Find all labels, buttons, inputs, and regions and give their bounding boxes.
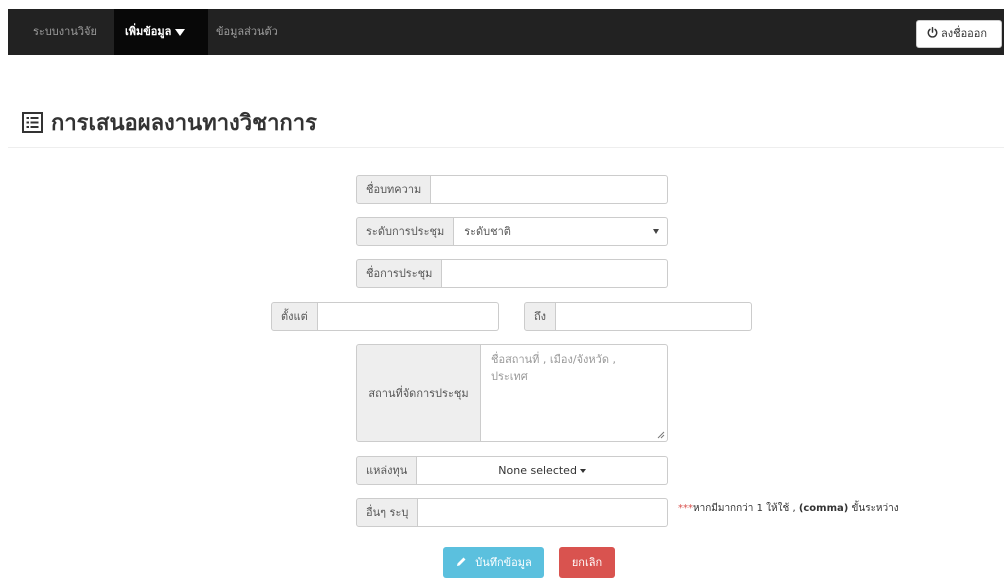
conference-level-group: ระดับการประชุม ระดับชาติ — [356, 217, 668, 246]
note-stars: *** — [678, 503, 693, 514]
caret-down-icon — [175, 28, 186, 36]
save-label: บันทึกข้อมูล — [475, 556, 532, 569]
article-name-label: ชื่อบทความ — [356, 175, 432, 204]
caret-down-icon — [579, 469, 586, 473]
comma-note: ***หากมีมากกว่า 1 ให้ใช้ , (comma) ขั้นร… — [678, 501, 899, 516]
venue-group: สถานที่จัดการประชุม ชื่อสถานที่ , เมือง/… — [356, 344, 668, 442]
conference-name-label: ชื่อการประชุม — [356, 259, 443, 288]
power-icon — [927, 27, 938, 38]
date-to-input[interactable] — [556, 302, 752, 331]
conference-level-label: ระดับการประชุม — [356, 217, 455, 246]
venue-label: สถานที่จัดการประชุม — [356, 344, 481, 442]
funding-value: None selected — [498, 464, 577, 477]
nav-item-add-data[interactable]: เพิ่มข้อมูล — [114, 9, 208, 55]
date-from-group: ตั้งแต่ — [271, 302, 499, 331]
logout-label: ลงชื่อออก — [941, 27, 988, 40]
select-arrow-icon — [653, 229, 659, 234]
logout-button[interactable]: ลงชื่อออก — [916, 20, 1002, 48]
conference-name-input[interactable] — [442, 259, 668, 288]
cancel-button[interactable]: ยกเลิก — [559, 547, 615, 578]
page-title: การเสนอผลงานทางวิชาการ — [22, 106, 317, 138]
venue-placeholder-line1: ชื่อสถานที่ , เมือง/จังหวัด , — [491, 353, 616, 366]
funding-label: แหล่งทุน — [356, 456, 418, 485]
venue-placeholder-line2: ประเทศ — [491, 370, 528, 383]
note-bold: (comma) — [798, 503, 849, 514]
nav-item-label: ข้อมูลส่วนตัว — [216, 25, 278, 38]
page-title-text: การเสนอผลงานทางวิชาการ — [51, 110, 317, 136]
other-label: อื่นๆ ระบุ — [356, 498, 419, 527]
save-button[interactable]: บันทึกข้อมูล — [443, 547, 544, 578]
nav-item-label: เพิ่มข้อมูล — [125, 25, 172, 38]
article-name-group: ชื่อบทความ — [356, 175, 668, 204]
list-icon — [22, 111, 43, 133]
title-divider — [8, 147, 1004, 148]
funding-multiselect[interactable]: None selected — [417, 456, 668, 485]
date-from-label: ตั้งแต่ — [271, 302, 318, 331]
resize-handle-icon[interactable] — [657, 431, 665, 439]
top-navbar: ระบบงานวิจัย เพิ่มข้อมูล ข้อมูลส่วนตัว — [8, 9, 1004, 55]
date-from-input[interactable] — [317, 302, 499, 331]
funding-group: แหล่งทุน None selected — [356, 456, 668, 485]
nav-item-label: ระบบงานวิจัย — [33, 25, 97, 38]
note-text: หากมีมากกว่า 1 ให้ใช้ , — [693, 503, 799, 514]
other-group: อื่นๆ ระบุ — [356, 498, 668, 527]
pencil-icon — [457, 557, 466, 566]
conference-name-group: ชื่อการประชุม — [356, 259, 668, 288]
conference-level-value: ระดับชาติ — [464, 225, 511, 238]
venue-textarea[interactable]: ชื่อสถานที่ , เมือง/จังหวัด , ประเทศ — [481, 344, 668, 442]
other-input[interactable] — [418, 498, 668, 527]
date-to-group: ถึง — [524, 302, 752, 331]
conference-level-select[interactable]: ระดับชาติ — [454, 217, 668, 246]
date-to-label: ถึง — [524, 302, 557, 331]
nav-item-research-system[interactable]: ระบบงานวิจัย — [8, 9, 114, 55]
note-text-end: ขั้นระหว่าง — [848, 503, 899, 514]
cancel-label: ยกเลิก — [571, 556, 603, 569]
nav-item-personal-info[interactable]: ข้อมูลส่วนตัว — [208, 9, 308, 55]
article-name-input[interactable] — [431, 175, 668, 204]
